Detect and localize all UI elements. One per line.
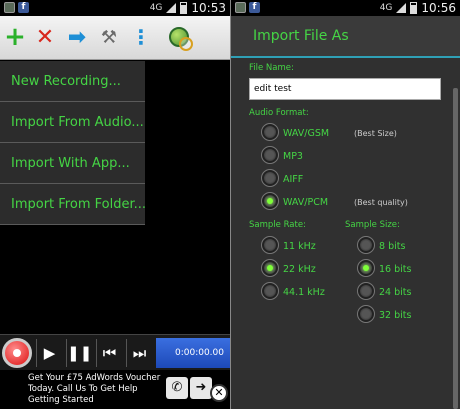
size-radio-8bits[interactable]	[357, 236, 375, 254]
file-name-label: File Name:	[249, 63, 294, 73]
dialog-title: Import File As	[231, 16, 460, 56]
battery-icon	[410, 2, 418, 14]
menu-item-import-audio[interactable]: Import From Audio...	[0, 102, 145, 143]
signal-icon	[396, 3, 407, 13]
menu-item-new-recording[interactable]: New Recording...	[0, 61, 145, 102]
status-time: 10:53	[191, 1, 226, 15]
close-icon[interactable]: ✕	[210, 384, 228, 402]
format-label-aiff: AIFF	[283, 174, 304, 185]
record-button[interactable]	[2, 338, 32, 368]
size-label-16bits: 16 bits	[379, 264, 412, 275]
status-bar: f 4G 10:53	[0, 0, 230, 16]
size-radio-32bits[interactable]	[357, 305, 375, 323]
rate-label-44khz: 44.1 kHz	[283, 287, 325, 298]
format-note-best-size: (Best Size)	[354, 129, 397, 138]
ad-text: Get Your £75 AdWords Voucher Today. Call…	[28, 373, 161, 405]
status-bar: f 4G 10:56	[231, 0, 460, 16]
pause-icon[interactable]: ❚❚	[66, 339, 92, 367]
format-label-wav-gsm: WAV/GSM	[283, 128, 330, 139]
toolbar: + ✕ ➡ ⚒ ⋮	[0, 16, 230, 60]
forward-arrow-icon[interactable]: ➜	[190, 377, 212, 399]
play-icon[interactable]: ▶	[36, 339, 62, 367]
menu-item-import-app[interactable]: Import With App...	[0, 143, 145, 184]
menu-item-import-folder[interactable]: Import From Folder...	[0, 184, 146, 225]
plus-icon[interactable]: +	[2, 22, 28, 52]
sample-rate-label: Sample Rate:	[249, 220, 306, 230]
dialog-body: File Name: edit test Audio Format: WAV/G…	[231, 58, 460, 409]
rate-radio-11khz[interactable]	[261, 236, 279, 254]
format-radio-aiff[interactable]	[261, 169, 279, 187]
image-notification-icon	[235, 2, 246, 13]
ad-banner[interactable]: Get Your £75 AdWords Voucher Today. Call…	[0, 371, 230, 409]
format-radio-wav-gsm[interactable]	[261, 123, 279, 141]
size-label-32bits: 32 bits	[379, 310, 412, 321]
format-radio-mp3[interactable]	[261, 146, 279, 164]
rate-label-11khz: 11 kHz	[283, 241, 316, 252]
rate-label-22khz: 22 kHz	[283, 264, 316, 275]
network-type: 4G	[149, 3, 163, 13]
format-label-wav-pcm: WAV/PCM	[283, 197, 329, 208]
facebook-icon: f	[18, 2, 29, 13]
network-type: 4G	[379, 3, 393, 13]
audio-format-label: Audio Format:	[249, 108, 309, 118]
rate-radio-44khz[interactable]	[261, 282, 279, 300]
sample-size-label: Sample Size:	[345, 220, 400, 230]
left-screen: f 4G 10:53 + ✕ ➡ ⚒ ⋮ New Recording... Im…	[0, 0, 230, 409]
playback-time: 0:00:00.00	[156, 338, 230, 368]
phone-icon[interactable]: ✆	[166, 377, 188, 399]
format-radio-wav-pcm[interactable]	[261, 192, 279, 210]
tools-icon[interactable]: ⚒	[96, 24, 122, 50]
size-label-24bits: 24 bits	[379, 287, 412, 298]
size-radio-24bits[interactable]	[357, 282, 375, 300]
size-radio-16bits[interactable]	[357, 259, 375, 277]
facebook-icon: f	[249, 2, 260, 13]
player-bar: ▶ ❚❚ ⏮ ⏭ 0:00:00.00	[0, 334, 230, 370]
size-label-8bits: 8 bits	[379, 241, 406, 252]
skip-back-icon[interactable]: ⏮	[96, 339, 122, 367]
globe-search-icon[interactable]	[166, 24, 193, 51]
right-screen: f 4G 10:56 Import File As File Name: edi…	[231, 0, 460, 409]
scrollbar[interactable]	[453, 88, 458, 409]
image-notification-icon	[4, 2, 15, 13]
format-note-best-quality: (Best quality)	[354, 198, 408, 207]
arrow-right-icon[interactable]: ➡	[64, 24, 90, 50]
overflow-icon[interactable]: ⋮	[128, 24, 154, 50]
rate-radio-22khz[interactable]	[261, 259, 279, 277]
import-menu: New Recording... Import From Audio... Im…	[0, 61, 146, 225]
format-label-mp3: MP3	[283, 151, 303, 162]
skip-forward-icon[interactable]: ⏭	[126, 339, 152, 367]
file-name-input[interactable]: edit test	[249, 78, 441, 100]
battery-icon	[180, 2, 188, 14]
x-icon[interactable]: ✕	[32, 24, 58, 50]
signal-icon	[166, 3, 177, 13]
status-time: 10:56	[421, 1, 456, 15]
